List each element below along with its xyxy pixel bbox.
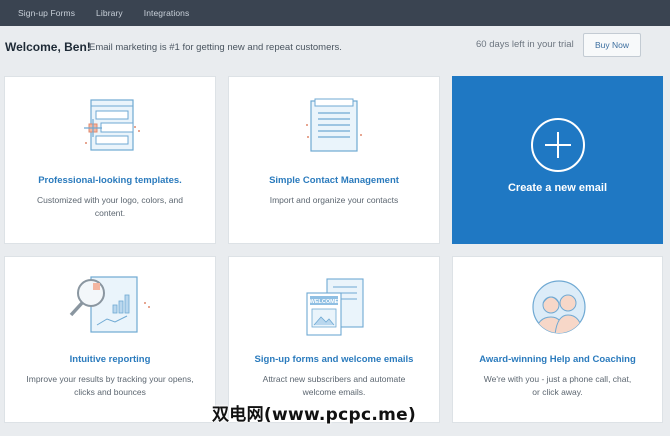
- reporting-icon: [69, 276, 150, 333]
- card-description: Customized with your logo, colors, and c…: [37, 195, 183, 218]
- welcome-bar: Welcome, Ben! Email marketing is #1 for …: [0, 26, 670, 66]
- watermark: 双电网(www.pcpc.me): [212, 405, 417, 425]
- card-description: Attract new subscribers and automate wel…: [262, 374, 406, 397]
- create-email-label: Create a new email: [507, 182, 608, 194]
- card-description: Import and organize your contacts: [269, 195, 399, 205]
- card-title: Intuitive reporting: [69, 354, 151, 365]
- nav-integrations[interactable]: Integrations: [144, 8, 190, 18]
- trial-status: 60 days left in your trial: [476, 39, 574, 50]
- buy-now-button[interactable]: Buy Now: [583, 33, 641, 57]
- card-description: We're with you - just a phone call, chat…: [483, 374, 632, 397]
- card-help-coaching[interactable]: Award-winning Help and Coaching We're wi…: [452, 256, 663, 423]
- card-signup-forms[interactable]: WELCOME Sign-up forms and welcome emails…: [228, 256, 440, 423]
- card-title: Sign-up forms and welcome emails: [254, 354, 414, 365]
- nav-library[interactable]: Library: [96, 8, 123, 18]
- card-title: Award-winning Help and Coaching: [479, 354, 636, 365]
- plus-circle-icon: [531, 118, 585, 172]
- contacts-icon: [306, 98, 362, 152]
- card-title: Professional-looking templates.: [38, 175, 182, 186]
- card-reporting[interactable]: Intuitive reporting Improve your results…: [4, 256, 216, 423]
- welcome-tagline: Email marketing is #1 for getting new an…: [89, 42, 342, 53]
- card-templates[interactable]: Professional-looking templates. Customiz…: [4, 76, 216, 244]
- template-icon: [84, 99, 140, 151]
- welcome-image-text: WELCOME: [310, 299, 339, 305]
- welcome-heading: Welcome, Ben!: [5, 40, 91, 54]
- card-description: Improve your results by tracking your op…: [26, 374, 194, 397]
- card-contacts[interactable]: Simple Contact Management Import and org…: [228, 76, 440, 244]
- top-nav: Sign-up Forms Library Integrations: [0, 0, 670, 26]
- nav-signup-forms[interactable]: Sign-up Forms: [18, 8, 75, 18]
- signup-form-icon: WELCOME: [306, 278, 364, 336]
- create-email-button[interactable]: Create a new email: [452, 76, 663, 244]
- card-title: Simple Contact Management: [269, 175, 399, 186]
- support-people-icon: [532, 280, 586, 334]
